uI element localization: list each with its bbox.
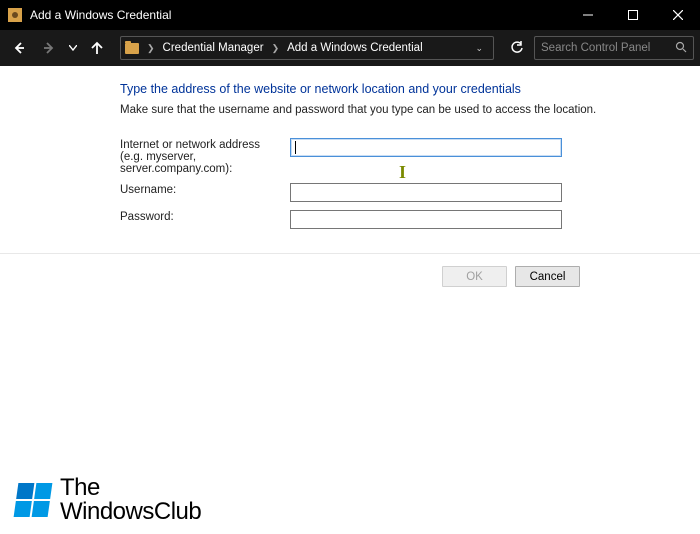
search-placeholder: Search Control Panel: [541, 42, 650, 54]
content-area: Type the address of the website or netwo…: [0, 66, 700, 229]
refresh-button[interactable]: [504, 36, 530, 60]
forward-button[interactable]: [36, 35, 62, 61]
search-input[interactable]: Search Control Panel: [534, 36, 694, 60]
ok-button[interactable]: OK: [442, 266, 507, 287]
close-button[interactable]: [655, 0, 700, 30]
password-input[interactable]: [290, 210, 562, 229]
chevron-right-icon: ❯: [268, 43, 284, 54]
recent-dropdown-icon[interactable]: [66, 35, 80, 61]
cancel-button[interactable]: Cancel: [515, 266, 580, 287]
back-button[interactable]: [6, 35, 32, 61]
password-label: Password:: [120, 210, 290, 223]
chevron-down-icon[interactable]: ⌄: [475, 43, 489, 54]
search-icon: [675, 41, 687, 56]
breadcrumb-part-1[interactable]: Credential Manager: [163, 42, 264, 54]
username-input[interactable]: [290, 183, 562, 202]
folder-icon: [125, 43, 139, 54]
breadcrumb-part-2[interactable]: Add a Windows Credential: [287, 42, 423, 54]
username-label: Username:: [120, 183, 290, 196]
divider: [0, 253, 700, 254]
app-icon: [8, 8, 22, 22]
minimize-button[interactable]: [565, 0, 610, 30]
password-row: Password:: [120, 210, 660, 229]
address-label: Internet or network address (e.g. myserv…: [120, 138, 290, 175]
page-heading: Type the address of the website or netwo…: [120, 82, 660, 96]
breadcrumb[interactable]: ❯ Credential Manager ❯ Add a Windows Cre…: [120, 36, 494, 60]
watermark: The WindowsClub: [16, 476, 201, 524]
maximize-button[interactable]: [610, 0, 655, 30]
address-input[interactable]: [290, 138, 562, 157]
up-button[interactable]: [84, 35, 110, 61]
window-title: Add a Windows Credential: [30, 8, 171, 22]
username-row: Username:: [120, 183, 660, 202]
page-subtext: Make sure that the username and password…: [120, 104, 660, 116]
watermark-text: The WindowsClub: [60, 476, 201, 524]
chevron-right-icon: ❯: [143, 43, 159, 54]
watermark-logo-icon: [14, 483, 53, 517]
dialog-buttons: OK Cancel: [0, 266, 700, 287]
window-titlebar: Add a Windows Credential: [0, 0, 700, 30]
address-row: Internet or network address (e.g. myserv…: [120, 138, 660, 175]
navigation-bar: ❯ Credential Manager ❯ Add a Windows Cre…: [0, 30, 700, 66]
